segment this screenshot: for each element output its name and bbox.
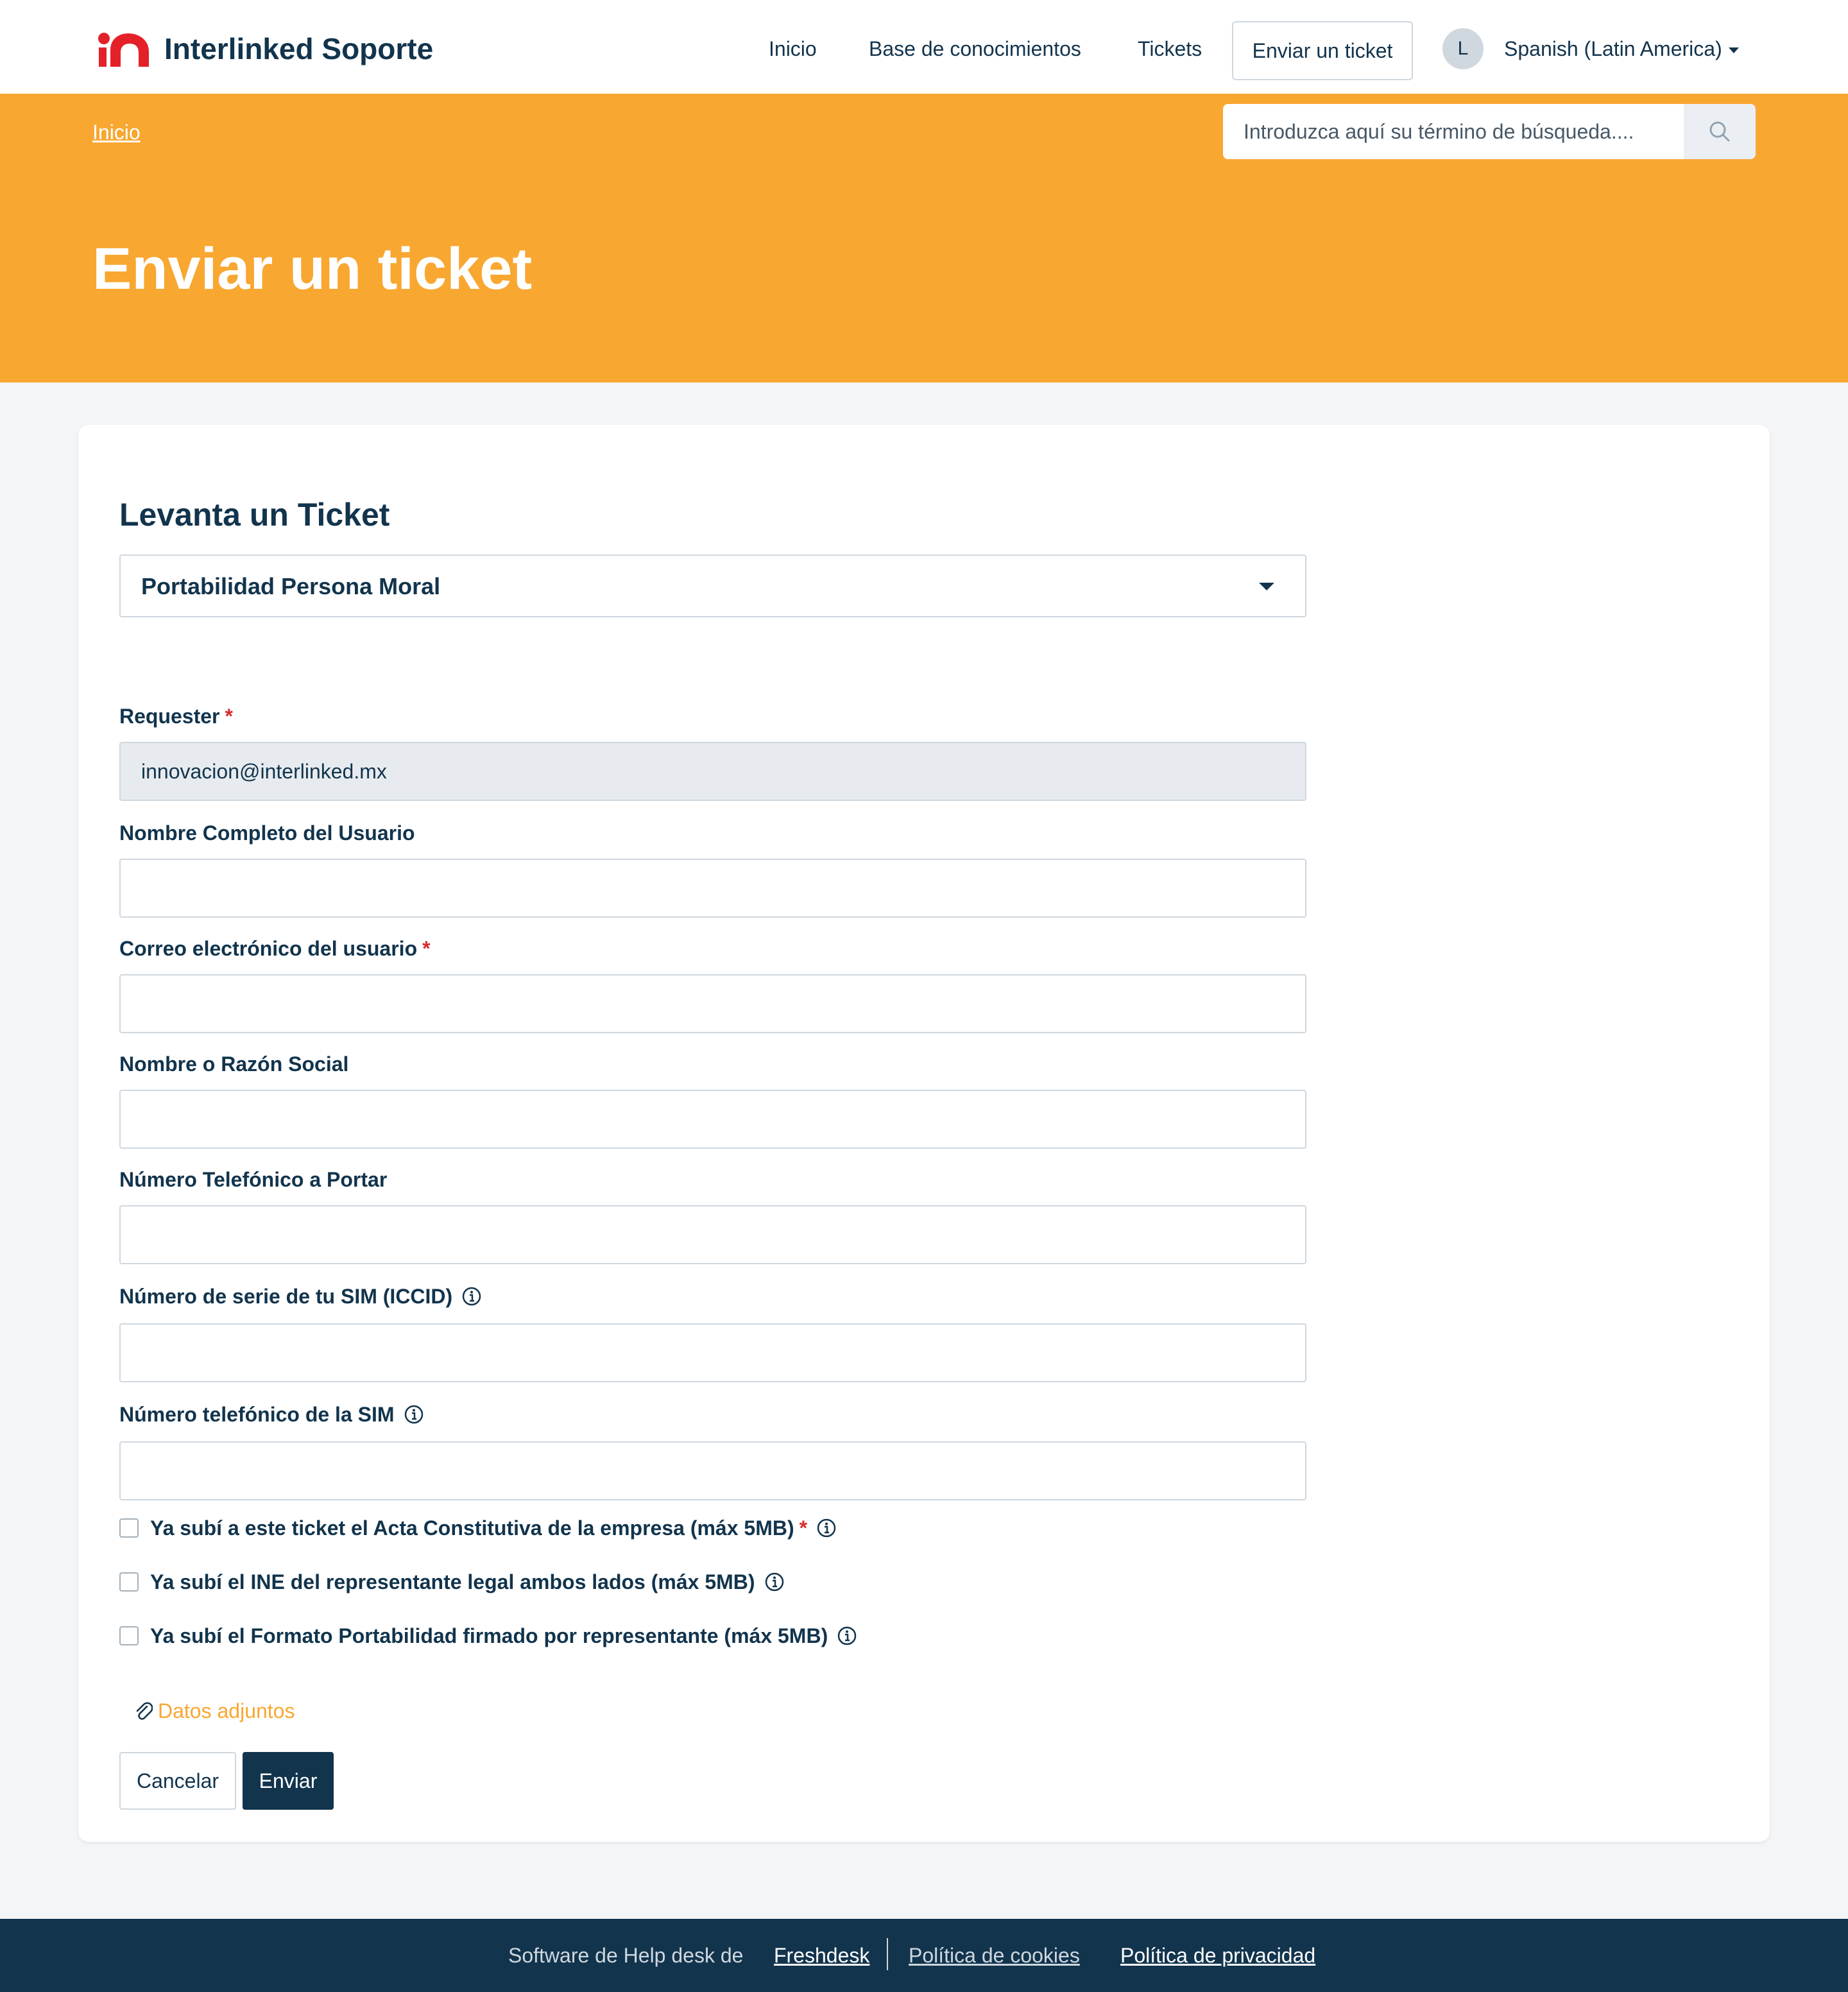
user-email-label: Correo electrónico del usuario * [119,934,431,963]
full-name-label: Nombre Completo del Usuario [119,821,415,845]
phone-to-port-field[interactable] [119,1205,1306,1264]
ine-checkbox[interactable] [119,1572,139,1592]
chevron-down-icon [1728,47,1739,54]
nav-home[interactable]: Inicio [769,33,817,64]
footer-freshdesk-link[interactable]: Freshdesk [774,1941,869,1970]
search-input[interactable] [1223,104,1684,159]
chevron-down-icon [1259,583,1274,590]
user-email-field[interactable] [119,974,1306,1033]
user-email-label-text: Correo electrónico del usuario [119,937,418,960]
footer-divider [887,1938,888,1970]
nav-submit-ticket-button[interactable]: Enviar un ticket [1232,21,1413,80]
required-asterisk: * [422,937,431,960]
sim-phone-label-text: Número telefónico de la SIM [119,1403,395,1426]
logo-icon[interactable] [98,31,150,67]
company-name-label: Nombre o Razón Social [119,1052,349,1076]
ine-checkbox-label[interactable]: Ya subí el INE del representante legal a… [150,1568,755,1596]
paperclip-icon [136,1702,153,1720]
ticket-form-card: Levanta un Ticket Portabilidad Persona M… [78,425,1770,1842]
footer-helpdesk-text: Software de Help desk de [508,1944,744,1967]
required-asterisk: * [799,1516,808,1540]
top-navbar: Interlinked Soporte Inicio Base de conoc… [0,0,1848,94]
info-icon[interactable] [461,1286,482,1307]
sim-serial-label-text: Número de serie de tu SIM (ICCID) [119,1285,453,1308]
attachments-link[interactable]: Datos adjuntos [135,1697,295,1725]
hero-banner: Inicio Enviar un ticket [0,94,1848,382]
acta-checkbox-label-text: Ya subí a este ticket el Acta Constituti… [150,1516,794,1540]
info-icon[interactable] [837,1626,857,1646]
nav-tickets[interactable]: Tickets [1138,33,1202,64]
required-asterisk: * [225,705,233,728]
cancel-button[interactable]: Cancelar [119,1752,236,1810]
company-name-field[interactable] [119,1090,1306,1149]
avatar[interactable]: L [1442,28,1484,69]
acta-checkbox-row: Ya subí a este ticket el Acta Constituti… [119,1514,837,1542]
full-name-field[interactable] [119,859,1306,918]
acta-checkbox[interactable] [119,1518,139,1538]
form-title: Levanta un Ticket [119,497,390,533]
search-button[interactable] [1684,104,1756,159]
sim-phone-label: Número telefónico de la SIM [119,1400,424,1429]
page-title: Enviar un ticket [92,236,533,302]
requester-label-text: Requester [119,705,220,728]
nav-knowledge-base[interactable]: Base de conocimientos [869,33,1081,64]
sim-serial-label: Número de serie de tu SIM (ICCID) [119,1282,482,1310]
formato-checkbox[interactable] [119,1626,139,1645]
brand-name[interactable]: Interlinked Soporte [164,30,433,68]
requester-field[interactable] [119,742,1306,801]
footer: Software de Help desk de Freshdesk Polít… [0,1919,1848,1992]
ticket-type-value: Portabilidad Persona Moral [141,573,441,599]
submit-button[interactable]: Enviar [243,1752,334,1810]
phone-to-port-label: Número Telefónico a Portar [119,1168,388,1191]
search-box [1223,104,1756,159]
info-icon[interactable] [816,1518,837,1538]
info-icon[interactable] [764,1572,785,1592]
ticket-type-select[interactable]: Portabilidad Persona Moral [119,554,1306,617]
attachments-label: Datos adjuntos [158,1699,295,1722]
search-icon [1709,121,1730,142]
formato-checkbox-label[interactable]: Ya subí el Formato Portabilidad firmado … [150,1622,828,1650]
breadcrumb-home[interactable]: Inicio [92,118,141,146]
footer-privacy-link[interactable]: Política de privacidad [1120,1941,1315,1970]
language-selector[interactable]: Spanish (Latin America) [1504,33,1739,64]
acta-checkbox-label[interactable]: Ya subí a este ticket el Acta Constituti… [150,1514,807,1542]
footer-cookies-link[interactable]: Política de cookies [909,1941,1080,1970]
info-icon[interactable] [404,1404,424,1425]
sim-phone-field[interactable] [119,1441,1306,1500]
ine-checkbox-row: Ya subí el INE del representante legal a… [119,1568,785,1596]
requester-label: Requester * [119,702,233,730]
sim-serial-field[interactable] [119,1323,1306,1382]
formato-checkbox-row: Ya subí el Formato Portabilidad firmado … [119,1622,857,1650]
language-label: Spanish (Latin America) [1504,37,1722,60]
